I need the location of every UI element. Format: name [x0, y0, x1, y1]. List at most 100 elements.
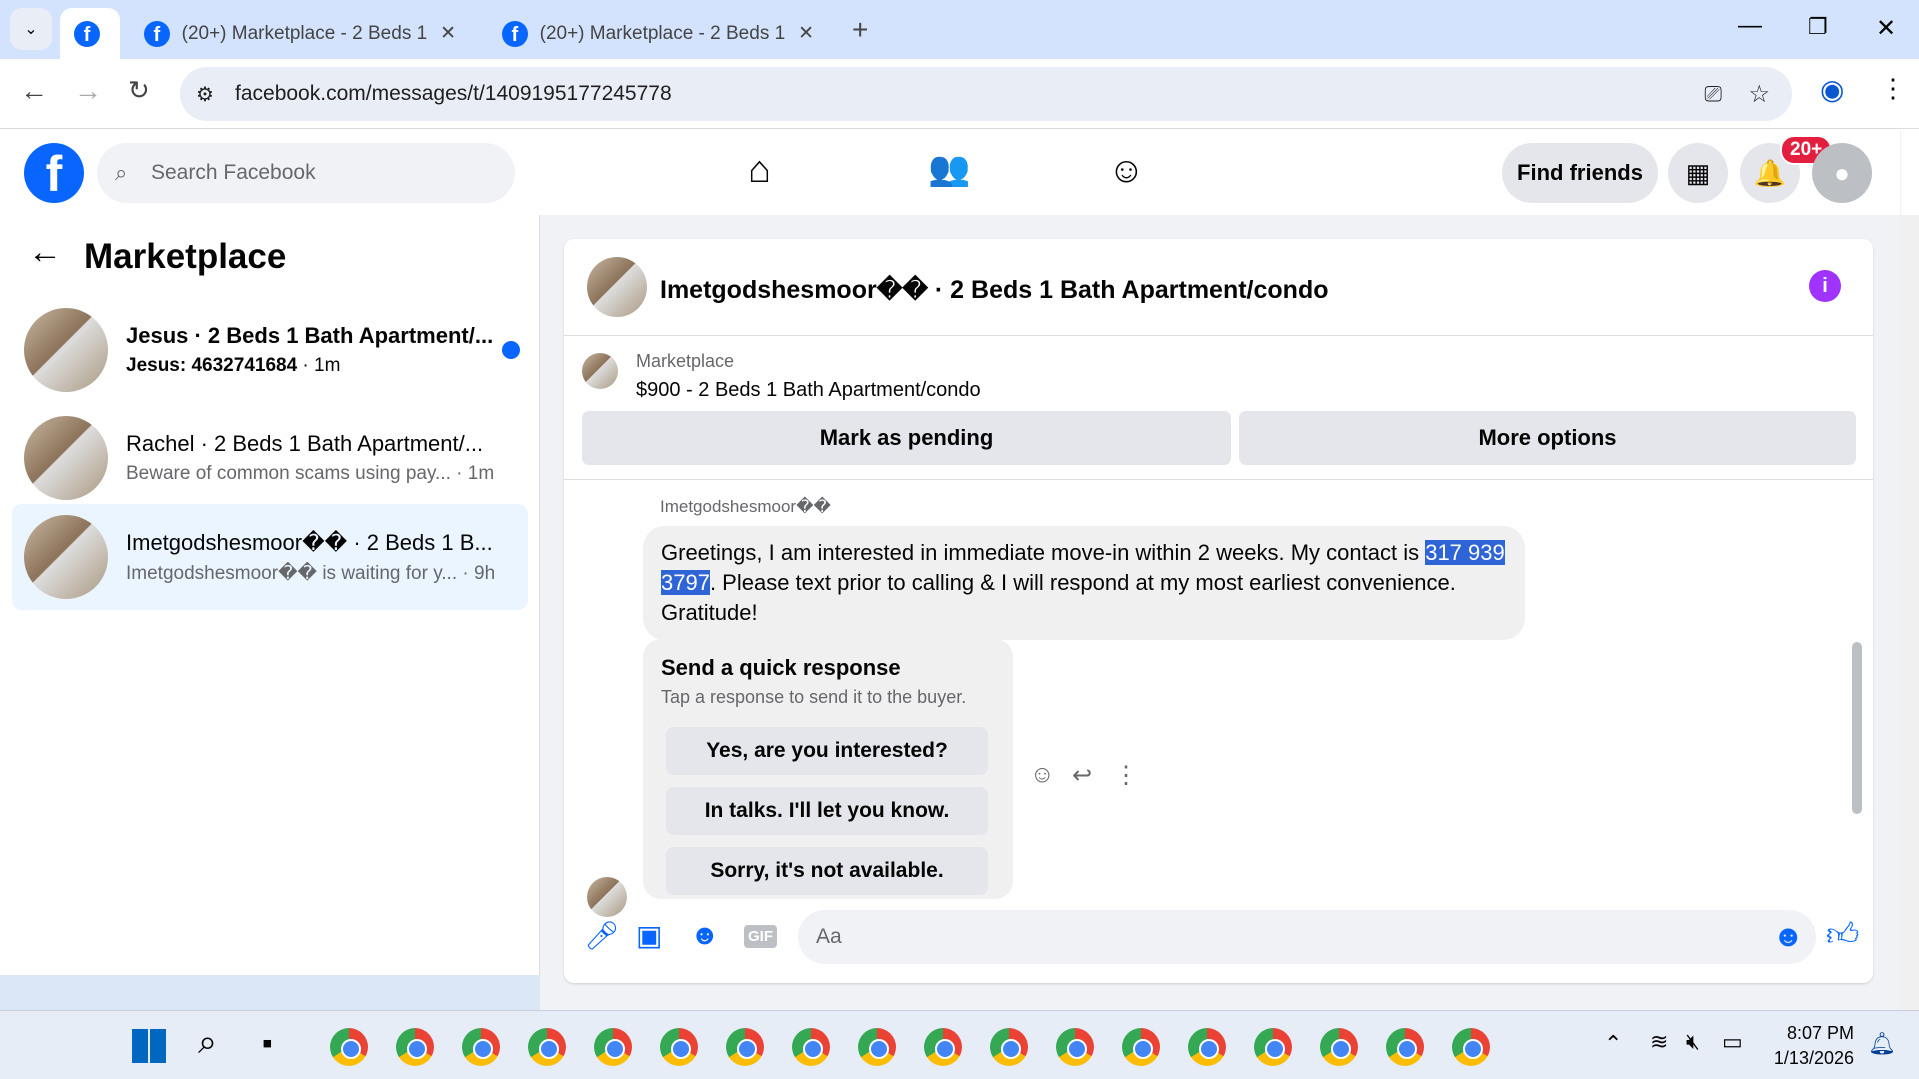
url-field[interactable]: ⚙ facebook.com/messages/t/140919517724577… [180, 67, 1792, 121]
facebook-icon: f [144, 20, 170, 47]
friends-icon[interactable]: 👥 [928, 149, 970, 189]
address-bar-row: ← → ↻ ⚙ facebook.com/messages/t/140919517… [0, 59, 1919, 129]
chrome-icon[interactable] [858, 1028, 896, 1066]
mic-icon[interactable]: 🎤︎ [584, 919, 620, 952]
reply-icon[interactable]: ↩ [1072, 761, 1092, 790]
notification-bell-icon[interactable]: 🔔︎ [1868, 1031, 1896, 1057]
minimize-button[interactable]: — [1738, 12, 1762, 40]
conversation-item[interactable]: Rachel · 2 Beds 1 Bath Apartment/... Bew… [12, 405, 528, 511]
quick-response-title: Send a quick response [661, 655, 901, 680]
menu-kebab-icon[interactable]: ⋮ [1880, 73, 1906, 104]
forward-button[interactable]: → [74, 75, 102, 107]
home-icon[interactable]: ⌂ [748, 149, 771, 192]
divider [564, 479, 1873, 480]
listing-thumbnail [582, 353, 618, 389]
groups-icon[interactable]: ☺ [1108, 149, 1145, 191]
listing-title[interactable]: $900 - 2 Beds 1 Bath Apartment/condo [636, 379, 981, 402]
more-kebab-icon[interactable]: ⋮ [1114, 761, 1138, 790]
chat-title[interactable]: Imetgodshesmoor�� · 2 Beds 1 Bath Apartm… [660, 275, 1328, 305]
quick-response-subtitle: Tap a response to send it to the buyer. [661, 687, 967, 707]
react-emoji-icon[interactable]: ☺ [1030, 761, 1055, 789]
close-tab-icon[interactable]: ✕ [798, 22, 814, 45]
message-scrollbar[interactable] [1852, 642, 1862, 814]
sticker-icon[interactable]: ☻ [690, 919, 719, 951]
chat-area: Imetgodshesmoor�� · 2 Beds 1 Bath Apartm… [540, 215, 1919, 1010]
tab[interactable]: f(20+) Marketplace - 2 Beds 1 Ba✕ [130, 8, 470, 59]
listing-thumbnail [24, 416, 108, 500]
chrome-icon[interactable] [528, 1028, 566, 1066]
reload-button[interactable]: ↻ [128, 75, 150, 106]
info-icon[interactable]: i [1809, 270, 1841, 302]
new-tab-button[interactable]: + [852, 14, 868, 46]
mark-as-pending-button[interactable]: Mark as pending [582, 411, 1231, 465]
chrome-icon[interactable] [1122, 1028, 1160, 1066]
message-input[interactable]: Aa ☻ [798, 910, 1816, 964]
quick-reply-button[interactable]: Yes, are you interested? [666, 727, 988, 775]
chrome-icon[interactable] [1386, 1028, 1424, 1066]
tray-chevron-icon[interactable]: ⌃ [1604, 1031, 1622, 1057]
account-avatar[interactable]: ● [1812, 143, 1872, 203]
clock[interactable]: 8:07 PM 1/13/2026 [1768, 1021, 1854, 1071]
tab-search-button[interactable]: ⌄ [10, 8, 52, 50]
like-thumb-icon[interactable]: 👍︎ [1826, 915, 1859, 954]
chrome-icon[interactable] [462, 1028, 500, 1066]
profile-icon[interactable]: ◉ [1820, 73, 1844, 106]
chrome-icon[interactable] [1452, 1028, 1490, 1066]
windows-taskbar: ⌕ ▪ ⌃ ≋ 🔇︎ ▭ 8:07 PM 1/13/2026 🔔︎ [0, 1010, 1919, 1079]
tab-active[interactable]: f [60, 8, 120, 59]
find-friends-button[interactable]: Find friends [1502, 143, 1658, 203]
chrome-icon[interactable] [1056, 1028, 1094, 1066]
chrome-icon[interactable] [726, 1028, 764, 1066]
quick-reply-button[interactable]: Sorry, it's not available. [666, 847, 988, 895]
listing-thumbnail [24, 308, 108, 392]
close-tab-icon[interactable]: ✕ [440, 22, 456, 45]
conversation-item[interactable]: Jesus · 2 Beds 1 Bath Apartment/... Jesu… [12, 297, 528, 403]
chrome-icon[interactable] [1188, 1028, 1226, 1066]
back-button[interactable]: ← [20, 75, 48, 107]
chrome-icon[interactable] [1320, 1028, 1358, 1066]
search-icon[interactable]: ⌕ [198, 1023, 217, 1062]
chrome-icon[interactable] [330, 1028, 368, 1066]
chrome-icon[interactable] [594, 1028, 632, 1066]
back-arrow-icon[interactable]: ← [28, 233, 62, 272]
bookmark-star-icon[interactable]: ☆ [1748, 80, 1770, 109]
chrome-icon[interactable] [1254, 1028, 1292, 1066]
chrome-icon[interactable] [792, 1028, 830, 1066]
facebook-logo[interactable]: f [24, 143, 84, 203]
search-input[interactable]: ⌕ Search Facebook [97, 143, 515, 203]
page-scrollbar[interactable] [1900, 215, 1919, 1010]
close-window-button[interactable]: ✕ [1876, 14, 1896, 43]
message-bubble[interactable]: Greetings, I am interested in immediate … [643, 526, 1525, 640]
battery-icon[interactable]: ▭ [1722, 1029, 1743, 1055]
sidebar-title: Marketplace [84, 237, 287, 276]
conversation-item-selected[interactable]: Imetgodshesmoor�� · 2 Beds 1 B... Imetgo… [12, 504, 528, 610]
wifi-icon[interactable]: ≋ [1650, 1029, 1668, 1055]
facebook-icon: f [74, 20, 100, 47]
site-settings-icon[interactable]: ⚙ [196, 82, 214, 107]
search-icon: ⌕ [115, 160, 128, 185]
tab[interactable]: f(20+) Marketplace - 2 Beds 1 Ba✕ [488, 8, 828, 59]
quick-reply-button[interactable]: In talks. I'll let you know. [666, 787, 988, 835]
listing-label: Marketplace [636, 351, 735, 371]
windows-start-icon[interactable] [132, 1029, 166, 1063]
unread-dot [502, 341, 520, 359]
photo-icon[interactable]: ▣ [636, 919, 662, 952]
volume-muted-icon[interactable]: 🔇︎ [1686, 1029, 1700, 1055]
browser-tab-bar: ⌄ f f(20+) Marketplace - 2 Beds 1 Ba✕ f(… [0, 0, 1919, 59]
gif-icon[interactable]: GIF [744, 925, 777, 948]
conversation-sidebar: ← Marketplace Jesus · 2 Beds 1 Bath Apar… [0, 215, 638, 1010]
chrome-icon[interactable] [396, 1028, 434, 1066]
sender-avatar [587, 877, 627, 917]
chrome-icon[interactable] [990, 1028, 1028, 1066]
restore-button[interactable]: ❐ [1808, 14, 1828, 40]
install-icon[interactable]: ⎚ [1704, 81, 1722, 107]
facebook-header: f ⌕ Search Facebook ⌂ 👥 ☺ Find friends ▦ … [0, 129, 1900, 215]
more-options-button[interactable]: More options [1239, 411, 1856, 465]
task-view-icon[interactable]: ▪ [262, 1027, 273, 1061]
chrome-icon[interactable] [924, 1028, 962, 1066]
chrome-icon[interactable] [660, 1028, 698, 1066]
chat-card: Imetgodshesmoor�� · 2 Beds 1 Bath Apartm… [564, 239, 1873, 983]
emoji-icon[interactable]: ☻ [1772, 920, 1804, 954]
menu-grid-icon[interactable]: ▦ [1668, 143, 1728, 203]
quick-response-panel: Send a quick response Tap a response to … [643, 639, 1013, 899]
